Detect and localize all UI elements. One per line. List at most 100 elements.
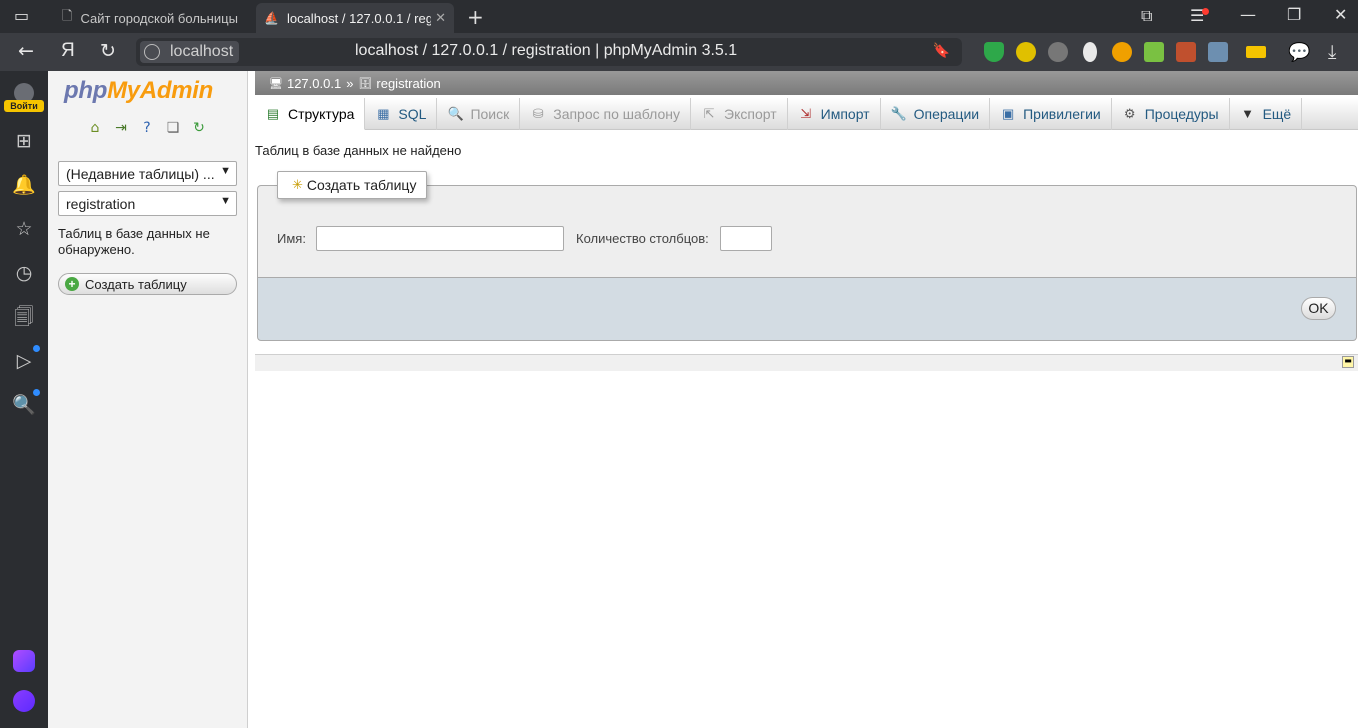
extension-icon[interactable] (1083, 42, 1097, 62)
database-select-value: registration (66, 196, 136, 212)
restore-icon[interactable]: ❐ (1287, 5, 1301, 24)
home-icon[interactable]: ⌂ (86, 119, 104, 137)
browser-tab-strip: ▭ 🗋 Сайт городской больницы ⛵ localhost … (0, 0, 1358, 33)
alice-assistant-icon[interactable] (13, 690, 35, 712)
chevron-down-icon: ▼ (220, 195, 231, 207)
history-clock-icon[interactable]: ◷ (12, 262, 36, 284)
translate-globe-icon[interactable] (1048, 42, 1068, 62)
logo-php: php (64, 77, 108, 104)
tab-more[interactable]: ▼ Ещё (1230, 98, 1303, 130)
no-tables-message: Таблиц в базе данных не обнаружено. (58, 226, 210, 257)
import-icon: ⇲ (800, 106, 812, 121)
breadcrumb-database[interactable]: registration (376, 76, 440, 91)
database-select[interactable]: registration ▼ (58, 191, 237, 216)
table-name-input[interactable] (316, 226, 564, 251)
star-icon[interactable]: ☆ (12, 218, 36, 240)
quick-links: ⌂ ⇥ ? ❏ ↻ (86, 119, 208, 137)
downloads-icon[interactable]: ⤓ (1328, 41, 1336, 63)
tab-structure[interactable]: ▤ Структура (255, 98, 366, 130)
tab-label: SQL (398, 106, 427, 122)
documentation-icon[interactable]: ❏ (164, 119, 182, 137)
addon-plus-icon[interactable] (1016, 42, 1036, 62)
bell-icon[interactable]: 🔔 (12, 174, 36, 196)
messenger-app-icon[interactable] (13, 650, 35, 672)
chat-icon[interactable]: 💬 (1288, 42, 1310, 63)
bookmark-icon[interactable]: 🔖 (933, 43, 950, 59)
columns-count-input[interactable] (720, 226, 772, 251)
collections-icon[interactable]: ⧉ (1141, 6, 1152, 26)
battery-icon[interactable] (1246, 46, 1266, 58)
reload-icon[interactable]: ↻ (100, 41, 116, 61)
server-icon: 🖥 (269, 77, 283, 90)
tab-search[interactable]: 🔍 Поиск (437, 98, 521, 130)
url-field[interactable]: localhost localhost / 127.0.0.1 / regist… (136, 38, 962, 66)
structure-icon: ▤ (266, 105, 280, 121)
tab-hospital-site[interactable]: 🗋 Сайт городской больницы (54, 3, 250, 33)
routines-icon: ⚙ (1123, 106, 1136, 121)
close-window-icon[interactable]: ✕ (1334, 5, 1347, 24)
back-arrow-icon[interactable]: ← (18, 41, 34, 61)
refresh-icon[interactable]: ↻ (190, 119, 208, 137)
tab-privileges[interactable]: ▣ Привилегии (990, 98, 1112, 130)
ok-button[interactable]: OK (1301, 297, 1336, 320)
notification-dot (1202, 8, 1209, 15)
database-icon: 🗄 (358, 77, 373, 90)
notes-icon[interactable]: 🗐 (12, 306, 36, 328)
tab-query-by-example[interactable]: ⛁ Запрос по шаблону (520, 98, 692, 130)
breadcrumb-separator: » (346, 75, 354, 91)
login-button[interactable]: Войти (4, 100, 44, 112)
phpmyadmin-logo[interactable]: phpMyAdmin (64, 77, 213, 105)
tab-sql[interactable]: ▦ SQL (365, 98, 438, 130)
video-play-icon[interactable]: ▷ (12, 350, 36, 372)
tab-phpmyadmin[interactable]: ⛵ localhost / 127.0.0.1 / registration ✕ (256, 3, 454, 33)
tab-label: Экспорт (724, 106, 777, 122)
tab-label: Запрос по шаблону (553, 106, 681, 122)
browser-side-panel: Войти ⊞ 🔔 ☆ ◷ 🗐 ▷ 🔍 (0, 71, 48, 728)
tab-export[interactable]: ⇱ Экспорт (691, 98, 788, 130)
host-chip[interactable]: localhost (140, 41, 240, 63)
tab-routines[interactable]: ⚙ Процедуры (1112, 98, 1230, 130)
columns-count-label: Количество столбцов: (576, 231, 709, 246)
host-label: localhost (170, 43, 234, 60)
new-tab-icon[interactable]: + (467, 5, 484, 29)
sidebar-toggle-icon[interactable]: ▭ (14, 6, 29, 25)
chevron-down-icon: ▼ (1241, 106, 1255, 121)
search-notification-dot (33, 389, 40, 396)
tab-label: Импорт (820, 106, 870, 122)
services-grid-icon[interactable]: ⊞ (12, 130, 36, 152)
tab-operations[interactable]: 🔧 Операции (881, 98, 991, 130)
tab-import[interactable]: ⇲ Импорт (788, 98, 881, 130)
logout-icon[interactable]: ⇥ (112, 119, 130, 137)
vpn-icon[interactable] (1112, 42, 1132, 62)
logo-myadmin: MyAdmin (107, 77, 213, 104)
tab-label: Структура (288, 105, 355, 122)
breadcrumb-server[interactable]: 127.0.0.1 (287, 76, 341, 91)
help-icon[interactable]: ? (138, 119, 156, 137)
legend-label: Создать таблицу (306, 177, 417, 193)
adblock-shield-icon[interactable] (984, 42, 1004, 62)
extension-red-icon[interactable] (1176, 42, 1196, 62)
yandex-icon[interactable]: Я (61, 41, 75, 61)
nav-create-table-button[interactable]: + Создать таблицу (58, 273, 237, 295)
recent-tables-select[interactable]: (Недавние таблицы) ... ▼ (58, 161, 237, 186)
sql-icon: ▦ (377, 106, 390, 121)
tab-label: Операции (913, 106, 980, 122)
download-blue-icon[interactable] (1208, 42, 1228, 62)
page-title: localhost / 127.0.0.1 / registration | p… (355, 42, 738, 59)
create-table-footer (257, 277, 1357, 341)
query-window-bar (255, 354, 1358, 371)
download-green-icon[interactable] (1144, 42, 1164, 62)
nav-create-table-label: Создать таблицу (85, 276, 187, 292)
breadcrumb: 🖥 127.0.0.1 » 🗄 registration (255, 71, 1358, 95)
pma-navigation: phpMyAdmin ⌂ ⇥ ? ❏ ↻ (Недавние таблицы) … (48, 71, 248, 728)
search-page-icon[interactable]: 🔍 (12, 394, 36, 416)
search-icon: 🔍 (447, 106, 464, 121)
no-tables-notice: Таблиц в базе данных не найдено (255, 143, 462, 158)
close-tab-icon[interactable]: ✕ (435, 10, 446, 26)
export-icon: ⇱ (703, 106, 715, 121)
query-window-icon[interactable]: ▬ (1342, 356, 1354, 368)
globe-icon (144, 44, 160, 60)
minimize-icon[interactable]: — (1240, 5, 1256, 24)
wrench-icon: 🔧 (890, 106, 907, 121)
tab-label: Поиск (470, 106, 510, 122)
